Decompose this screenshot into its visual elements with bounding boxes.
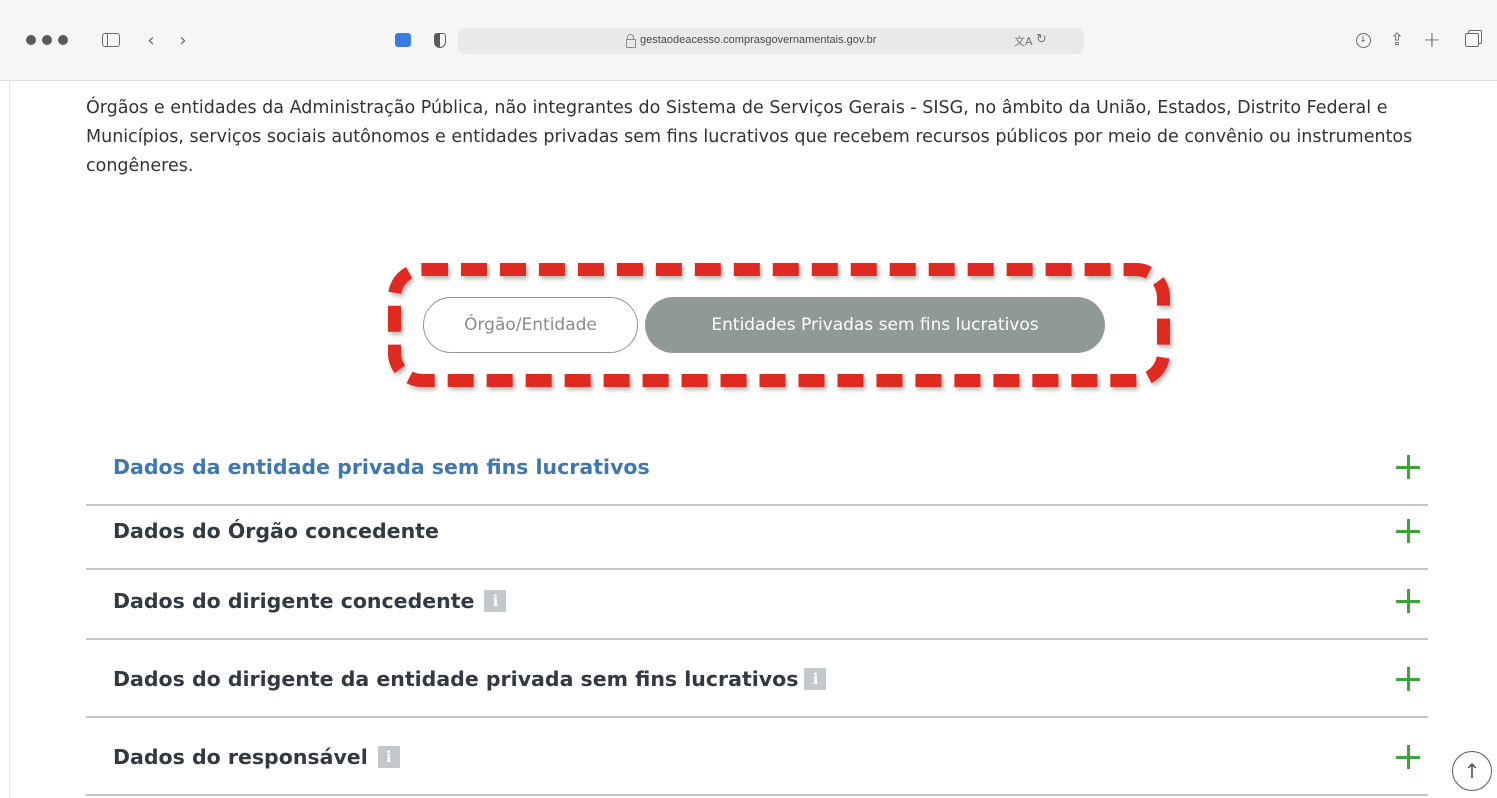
accordion-title: Dados do dirigente concedente i (113, 564, 507, 638)
address-bar[interactable]: gestaodeacesso.comprasgovernamentais.gov… (458, 28, 1084, 54)
tab-overview-icon[interactable] (1461, 28, 1483, 52)
accordion-item-dirigente-concedente[interactable]: Dados do dirigente concedente i (86, 564, 1428, 640)
lock-icon (626, 34, 636, 48)
plus-icon[interactable] (1396, 589, 1420, 613)
intro-paragraph: Órgãos e entidades da Administração Públ… (86, 98, 1413, 176)
plus-icon[interactable] (1396, 455, 1420, 479)
plus-icon[interactable] (1396, 667, 1420, 691)
accordion-item-responsavel[interactable]: Dados do responsável i (86, 720, 1428, 796)
plus-icon[interactable] (1396, 745, 1420, 769)
accordion-title: Dados do dirigente da entidade privada s… (113, 642, 827, 716)
info-icon[interactable]: i (484, 590, 507, 612)
new-tab-icon[interactable]: + (1423, 28, 1441, 53)
back-arrow-icon[interactable]: ‹ (142, 28, 160, 52)
translate-icon[interactable]: 文A (1014, 33, 1033, 49)
accordion-item-orgao-concedente[interactable]: Dados do Órgão concedente (86, 494, 1428, 570)
accordion-title: Dados do responsável i (113, 720, 400, 794)
info-icon[interactable]: i (377, 746, 400, 768)
scroll-to-top-icon[interactable]: ↑ (1452, 751, 1492, 791)
sidebar-toggle-icon[interactable] (100, 28, 122, 52)
highlight-annotation (388, 263, 1170, 387)
forward-arrow-icon[interactable]: › (174, 28, 192, 52)
minimize-window-dot[interactable] (42, 35, 52, 45)
plus-icon[interactable] (1396, 519, 1420, 543)
url-text: gestaodeacesso.comprasgovernamentais.gov… (640, 34, 877, 46)
privacy-shield-icon[interactable] (432, 28, 448, 52)
accordion-item-dirigente-entidade-privada[interactable]: Dados do dirigente da entidade privada s… (86, 642, 1428, 718)
downloads-icon[interactable]: ↓ (1353, 28, 1373, 52)
accordion-title: Dados da entidade privada sem fins lucra… (113, 455, 650, 479)
page-edge (0, 80, 10, 798)
info-icon[interactable]: i (804, 668, 827, 690)
reload-icon[interactable]: ↻ (1036, 32, 1047, 47)
accordion-title: Dados do Órgão concedente (113, 519, 439, 543)
close-window-dot[interactable] (26, 35, 36, 45)
window-controls[interactable] (26, 35, 68, 45)
zoom-window-dot[interactable] (58, 35, 68, 45)
extension-icon[interactable] (393, 28, 413, 52)
browser-toolbar: ‹ › gestaodeacesso.comprasgovernamentais… (0, 0, 1497, 81)
share-icon[interactable]: ⇪ (1388, 28, 1406, 52)
